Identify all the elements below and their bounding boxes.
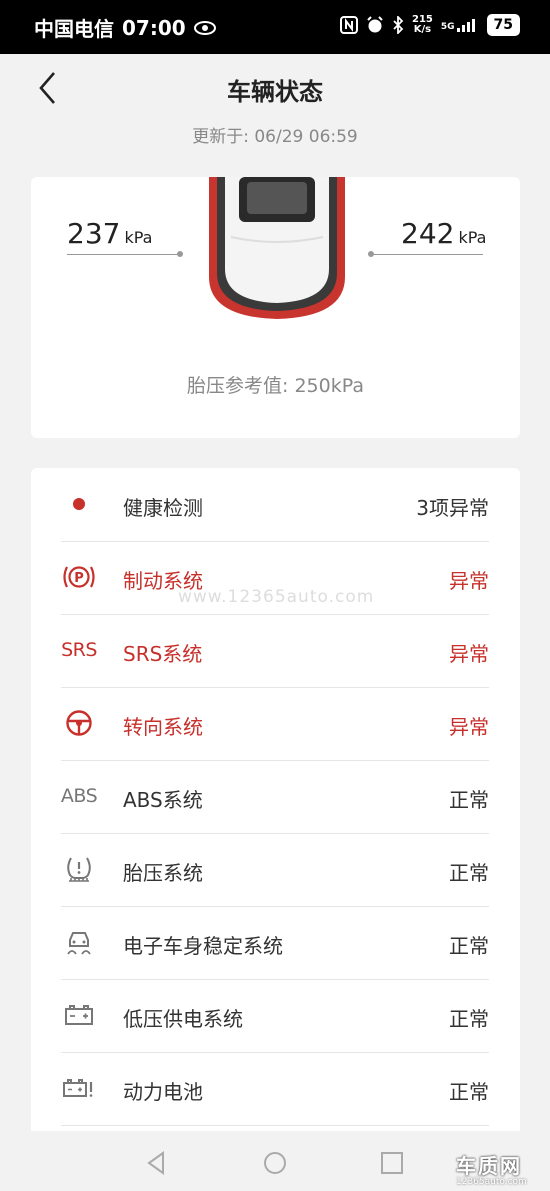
list-item-srs-system[interactable]: SRS SRS系统 异常 — [61, 614, 489, 688]
srs-icon: SRS — [61, 639, 97, 661]
steering-wheel-icon — [61, 707, 97, 739]
network-speed: 215 K/s — [412, 15, 433, 35]
list-item-power-battery[interactable]: 动力电池 正常 — [61, 1052, 489, 1126]
list-item-label: 低压供电系统 — [123, 1007, 243, 1031]
list-item-label: ABS系统 — [123, 788, 203, 812]
red-dot-icon — [61, 488, 97, 520]
eye-icon — [193, 20, 216, 35]
nav-home-icon[interactable] — [261, 1149, 289, 1177]
stability-control-icon — [61, 926, 97, 958]
list-item-label: 胎压系统 — [123, 861, 203, 885]
list-item-abs-system[interactable]: ABS ABS系统 正常 — [61, 760, 489, 834]
nav-recents-icon[interactable] — [378, 1149, 406, 1177]
system-status-list: 健康检测 3项异常 P 制动系统 异常 SRS SRS系统 异常 转向系统 异常… — [31, 468, 520, 1148]
tire-right-leader-line — [371, 254, 483, 255]
network-speed-unit: K/s — [413, 24, 432, 35]
power-battery-icon — [61, 1072, 97, 1104]
tire-left-leader-dot — [177, 251, 183, 257]
list-item-health-check[interactable]: 健康检测 3项异常 — [61, 468, 489, 542]
list-item-status: 正常 — [449, 1007, 489, 1031]
battery-indicator: 75 — [486, 14, 520, 36]
list-item-status: 异常 — [449, 569, 489, 593]
parking-brake-icon: P — [61, 561, 97, 593]
list-item-stability-system[interactable]: 电子车身稳定系统 正常 — [61, 906, 489, 980]
signal-icon: 5G — [441, 18, 479, 32]
tire-pressure-left-unit: kPa — [124, 228, 153, 247]
list-item-label: 电子车身稳定系统 — [123, 934, 283, 958]
list-item-status: 正常 — [449, 1080, 489, 1104]
tire-left-leader-line — [67, 254, 179, 255]
tire-pressure-right-unit: kPa — [458, 228, 487, 247]
list-item-label: 健康检测 — [123, 496, 203, 520]
list-item-label: 转向系统 — [123, 715, 203, 739]
watermark: www.12365auto.com — [178, 587, 375, 607]
list-item-status: 3项异常 — [416, 496, 489, 520]
page-title: 车辆状态 — [227, 78, 323, 106]
status-bar: 中国电信 07:00 215 K/s 5G 75 — [0, 0, 550, 54]
battery-icon — [61, 999, 97, 1031]
status-bar-right: 215 K/s 5G 75 — [339, 14, 520, 36]
nav-back-icon[interactable] — [143, 1149, 171, 1177]
list-item-status: 异常 — [449, 642, 489, 666]
tire-pressure-right: 242 kPa — [401, 217, 486, 250]
tire-right-leader-dot — [368, 251, 374, 257]
abs-icon: ABS — [60, 785, 98, 807]
site-logo-watermark: 车质网 12365auto.com — [456, 1150, 527, 1187]
tire-pressure-right-value: 242 — [401, 217, 455, 250]
tire-pressure-left-value: 237 — [67, 217, 121, 250]
list-item-low-voltage-system[interactable]: 低压供电系统 正常 — [61, 979, 489, 1053]
list-item-tire-pressure-system[interactable]: 胎压系统 正常 — [61, 833, 489, 907]
logo-sub-text: 12365auto.com — [456, 1177, 527, 1187]
list-item-status: 异常 — [449, 715, 489, 739]
tire-pressure-icon — [61, 853, 97, 885]
list-item-status: 正常 — [449, 934, 489, 958]
alarm-icon — [367, 16, 383, 33]
list-item-status: 正常 — [449, 861, 489, 885]
carrier-name: 中国电信 — [34, 17, 114, 41]
bluetooth-icon — [393, 16, 404, 34]
car-top-view-image — [209, 177, 345, 319]
list-item-label: SRS系统 — [123, 642, 203, 666]
status-bar-left: 中国电信 07:00 — [34, 13, 216, 42]
last-updated: 更新于: 06/29 06:59 — [192, 127, 358, 147]
list-item-label: 动力电池 — [123, 1080, 203, 1104]
tire-pressure-card: 237 kPa 242 kPa 胎压参考值: 250kPa — [31, 177, 520, 438]
tire-pressure-left: 237 kPa — [67, 217, 152, 250]
svg-text:P: P — [74, 571, 84, 586]
logo-main-text: 车质网 — [456, 1154, 522, 1178]
clock: 07:00 — [122, 15, 186, 40]
nfc-icon — [339, 16, 358, 34]
list-item-steering-system[interactable]: 转向系统 异常 — [61, 687, 489, 761]
list-item-status: 正常 — [449, 788, 489, 812]
tire-pressure-reference: 胎压参考值: 250kPa — [187, 375, 364, 397]
network-type: 5G — [440, 22, 455, 32]
